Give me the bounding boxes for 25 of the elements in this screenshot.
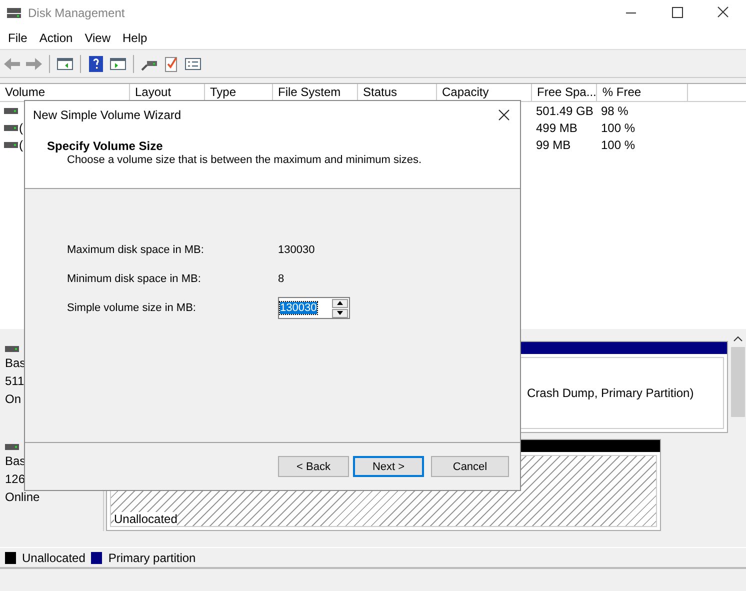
disk-info-text: Online [5,489,41,505]
window-title: Disk Management [28,6,125,20]
wizard-subtitle: Choose a volume size that is between the maximum and minimum sizes. [66,154,423,166]
field-value: 130030 [278,244,315,256]
disk-info-text: 126 [5,471,26,487]
table-cell-text: 100 % [600,120,636,134]
table-cell-text: 100 % [600,138,636,152]
disk-info-text: 511 [5,373,26,389]
legend-label: Unallocated [22,550,86,564]
field-label: Minimum disk space in MB: [67,273,202,285]
field-value: 8 [278,273,284,285]
field-label: Maximum disk space in MB: [67,244,205,256]
legend-label: Primary partition [108,550,196,564]
table-cell-text: 99 MB [535,138,572,152]
table-cell-text: 501.49 GB [535,104,594,118]
wizard-heading: Specify Volume Size [47,139,164,153]
table-cell: ( [19,138,23,152]
table-cell: ( [19,120,23,134]
disk-info-text: On [5,391,22,407]
dialog-title: New Simple Volume Wizard [33,108,182,122]
table-cell-text: 499 MB [535,120,578,134]
table-cell-text: 98 % [600,104,630,118]
field-label: Simple volume size in MB: [67,302,197,314]
partition-text: Unallocated [114,512,178,526]
partition-text: Crash Dump, Primary Partition) [527,386,694,400]
